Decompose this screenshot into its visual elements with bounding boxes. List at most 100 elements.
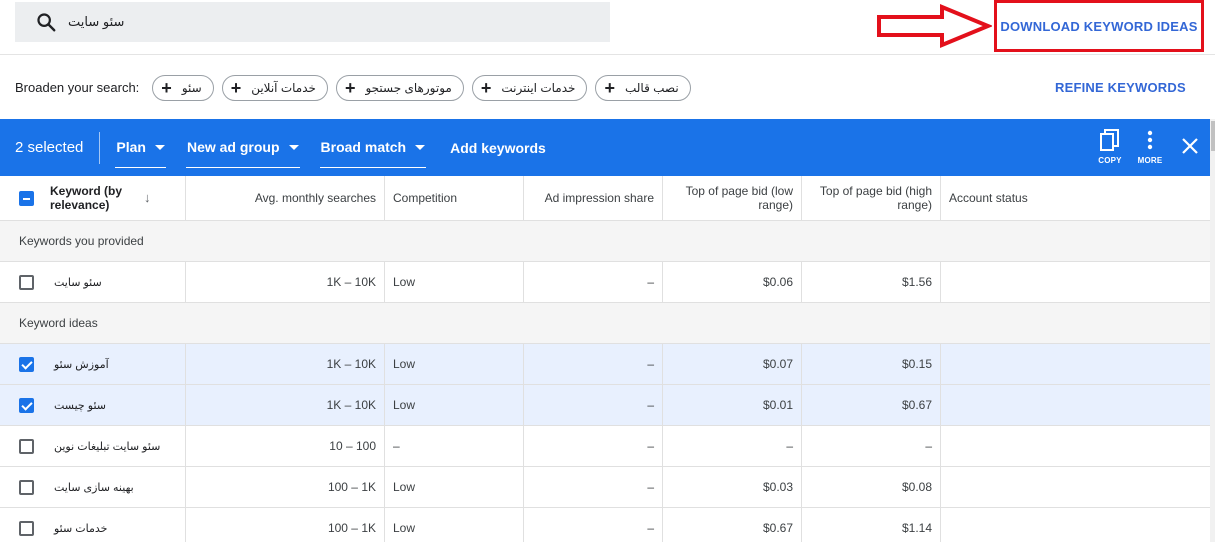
competition-cell: – (385, 426, 524, 466)
plus-icon: + (344, 77, 356, 98)
avg-searches-cell: 10 – 100 (186, 426, 385, 466)
more-button[interactable]: MORE (1130, 129, 1170, 165)
row-checkbox[interactable] (19, 438, 34, 454)
bid-low-cell: $0.67 (663, 508, 802, 542)
competition-cell: Low (385, 508, 524, 542)
section-keywords-provided: Keywords you provided (0, 221, 1210, 262)
table-row[interactable]: خدمات سئو 100 – 1K Low – $0.67 $1.14 (0, 508, 1210, 542)
section-keyword-ideas: Keyword ideas (0, 303, 1210, 344)
caret-down-icon (154, 144, 165, 150)
search-input[interactable]: سئو سایت (15, 2, 610, 42)
table-header-row: Keyword (by relevance) ↓ Avg. monthly se… (0, 176, 1210, 221)
row-checkbox[interactable] (19, 520, 34, 536)
broaden-search-bar: Broaden your search: + سئو + خدمات آنلاین … (15, 74, 699, 101)
plan-label: Plan (116, 139, 146, 155)
broaden-chip[interactable]: + نصب قالب (595, 74, 691, 101)
table-row[interactable]: آموزش سئو 1K – 10K Low – $0.07 $0.15 (0, 344, 1210, 385)
plus-icon: + (230, 77, 242, 98)
top-divider (0, 54, 1215, 55)
account-status-cell (941, 467, 1210, 507)
close-icon[interactable] (1180, 136, 1200, 156)
bid-low-cell: $0.03 (663, 467, 802, 507)
account-status-cell (941, 508, 1210, 542)
copy-label: COPY (1098, 156, 1122, 165)
keyword-cell: خدمات سئو (0, 508, 186, 542)
avg-searches-header[interactable]: Avg. monthly searches (186, 176, 385, 220)
selection-toolbar: 2 selected Plan New ad group Broad match… (0, 119, 1210, 176)
row-checkbox[interactable] (19, 356, 34, 372)
keyword-text: بهینه سازی سایت (54, 481, 134, 494)
account-status-cell (941, 385, 1210, 425)
scrollbar-track[interactable] (1210, 119, 1215, 542)
competition-cell: Low (385, 385, 524, 425)
bid-high-cell: $1.56 (802, 262, 941, 302)
broaden-chip[interactable]: + سئو (152, 74, 214, 101)
table-row[interactable]: بهینه سازی سایت 100 – 1K Low – $0.03 $0.08 (0, 467, 1210, 508)
plan-dropdown[interactable]: Plan (115, 128, 166, 168)
row-checkbox[interactable] (19, 479, 34, 495)
account-status-cell (941, 262, 1210, 302)
broaden-chip[interactable]: + خدمات اینترنت (471, 74, 588, 101)
bid-high-cell: – (802, 426, 941, 466)
download-highlight-box: DOWNLOAD KEYWORD IDEAS (994, 0, 1204, 52)
keyword-text: آموزش سئو (54, 358, 109, 371)
ad-group-label: New ad group (186, 139, 280, 155)
avg-searches-cell: 100 – 1K (186, 508, 385, 542)
broaden-chip[interactable]: + خدمات آنلاین (221, 74, 328, 101)
broaden-chip[interactable]: + موتورهای جستجو (335, 74, 464, 101)
impression-share-cell: – (524, 262, 663, 302)
keyword-column-header[interactable]: Keyword (by relevance) ↓ (0, 176, 186, 220)
keyword-text: سئو سایت تبلیغات نوین (54, 440, 161, 453)
account-status-cell (941, 426, 1210, 466)
impression-share-cell: – (524, 344, 663, 384)
bid-high-header[interactable]: Top of page bid (high range) (802, 176, 941, 220)
impression-share-cell: – (524, 467, 663, 507)
table-row[interactable]: سئو سایت تبلیغات نوین 10 – 100– – – – (0, 426, 1210, 467)
caret-down-icon (288, 144, 299, 150)
account-status-header[interactable]: Account status (941, 176, 1210, 220)
search-query: سئو سایت (68, 14, 125, 29)
chip-label: خدمات اینترنت (501, 80, 576, 95)
idea-rows: آموزش سئو 1K – 10K Low – $0.07 $0.15 سئو چیست 1… (0, 344, 1210, 542)
chip-label: خدمات آنلاین (251, 80, 316, 95)
keyword-cell: سئو چیست (0, 385, 186, 425)
sort-down-icon[interactable]: ↓ (144, 191, 151, 205)
annotation-arrow-icon (877, 4, 992, 48)
ad-group-dropdown[interactable]: New ad group (185, 128, 300, 168)
plus-icon: + (604, 77, 615, 98)
match-type-dropdown[interactable]: Broad match (319, 128, 427, 168)
plus-icon: + (161, 77, 172, 98)
refine-keywords-link[interactable]: REFINE KEYWORDS (1055, 80, 1186, 95)
avg-searches-cell: 1K – 10K (186, 262, 385, 302)
avg-searches-cell: 100 – 1K (186, 467, 385, 507)
table-row[interactable]: سئو سایت 1K – 10K Low – $0.06 $1.56 (0, 262, 1210, 303)
scrollbar-thumb[interactable] (1211, 121, 1215, 151)
table-row[interactable]: سئو چیست 1K – 10K Low – $0.01 $0.67 (0, 385, 1210, 426)
search-icon (37, 13, 56, 32)
bid-high-cell: $0.15 (802, 344, 941, 384)
chip-label: نصب قالب (624, 80, 679, 95)
add-keywords-button[interactable]: Add keywords (450, 140, 546, 156)
provided-rows: سئو سایت 1K – 10K Low – $0.06 $1.56 (0, 262, 1210, 303)
keyword-cell: سئو سایت (0, 262, 186, 302)
keyword-text: خدمات سئو (54, 522, 108, 535)
chip-label: سئو (181, 80, 202, 95)
bid-low-cell: $0.07 (663, 344, 802, 384)
keyword-text: سئو سایت (54, 276, 102, 289)
download-keyword-ideas-link[interactable]: DOWNLOAD KEYWORD IDEAS (1000, 19, 1197, 34)
competition-cell: Low (385, 467, 524, 507)
competition-header[interactable]: Competition (385, 176, 524, 220)
bid-low-header[interactable]: Top of page bid (low range) (663, 176, 802, 220)
keyword-header-label: Keyword (by relevance) (50, 184, 123, 212)
impression-share-header[interactable]: Ad impression share (524, 176, 663, 220)
copy-button[interactable]: COPY (1090, 129, 1130, 165)
plus-icon: + (480, 77, 492, 98)
row-checkbox[interactable] (19, 274, 34, 290)
bid-high-cell: $1.14 (802, 508, 941, 542)
selected-count: 2 selected (15, 139, 84, 156)
keyword-cell: سئو سایت تبلیغات نوین (0, 426, 186, 466)
select-all-checkbox[interactable] (19, 190, 34, 206)
row-checkbox[interactable] (19, 397, 34, 413)
broaden-label: Broaden your search: (15, 80, 140, 95)
caret-down-icon (415, 144, 426, 150)
